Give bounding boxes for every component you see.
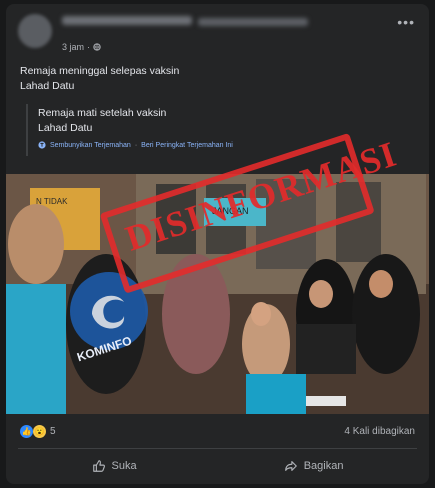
share-label: Bagikan xyxy=(303,460,344,472)
like-button[interactable]: Suka xyxy=(82,455,147,477)
reactions-summary[interactable]: 👍 😮 5 xyxy=(20,424,56,438)
share-count[interactable]: 4 Kali dibagikan xyxy=(344,426,415,437)
hide-translation-link[interactable]: Sembunyikan Terjemahan xyxy=(50,142,131,149)
translate-icon xyxy=(38,141,46,149)
post-time[interactable]: 3 jam · xyxy=(62,42,101,52)
post-stats: 👍 😮 5 4 Kali dibagikan xyxy=(20,422,415,440)
share-button[interactable]: Bagikan xyxy=(274,455,354,477)
translation-links: Sembunyikan Terjemahan · Beri Peringkat … xyxy=(38,141,418,149)
share-arrow-icon xyxy=(284,461,297,471)
wow-reaction-icon: 😮 xyxy=(33,424,46,438)
translation-block: Remaja mati setelah vaksin Lahad Datu Se… xyxy=(26,104,418,156)
rate-translation-link[interactable]: Beri Peringkat Terjemahan Ini xyxy=(141,142,233,149)
like-reaction-icon: 👍 xyxy=(20,424,33,438)
post-text: Remaja meninggal selepas vaksin Lahad Da… xyxy=(20,65,180,92)
protest-sign-jangan-text: JANGAN xyxy=(212,206,249,216)
like-label: Suka xyxy=(111,460,137,472)
kominfo-emblem-icon xyxy=(73,275,145,347)
more-options-button[interactable]: ••• xyxy=(397,14,415,30)
blurred-author-name[interactable] xyxy=(62,16,192,25)
thumbs-up-icon xyxy=(92,460,105,472)
action-bar: Suka Bagikan xyxy=(18,452,417,480)
kominfo-logo xyxy=(70,272,148,350)
divider xyxy=(18,448,417,449)
post-card: 3 jam · ••• Remaja meninggal selepas vak… xyxy=(6,4,429,484)
reaction-count: 5 xyxy=(50,425,56,437)
globe-icon xyxy=(93,43,101,51)
translation-text: Remaja mati setelah vaksin Lahad Datu xyxy=(38,107,167,134)
post-time-label: 3 jam xyxy=(62,42,85,52)
avatar[interactable] xyxy=(18,14,52,48)
blurred-group-name[interactable] xyxy=(198,18,308,26)
